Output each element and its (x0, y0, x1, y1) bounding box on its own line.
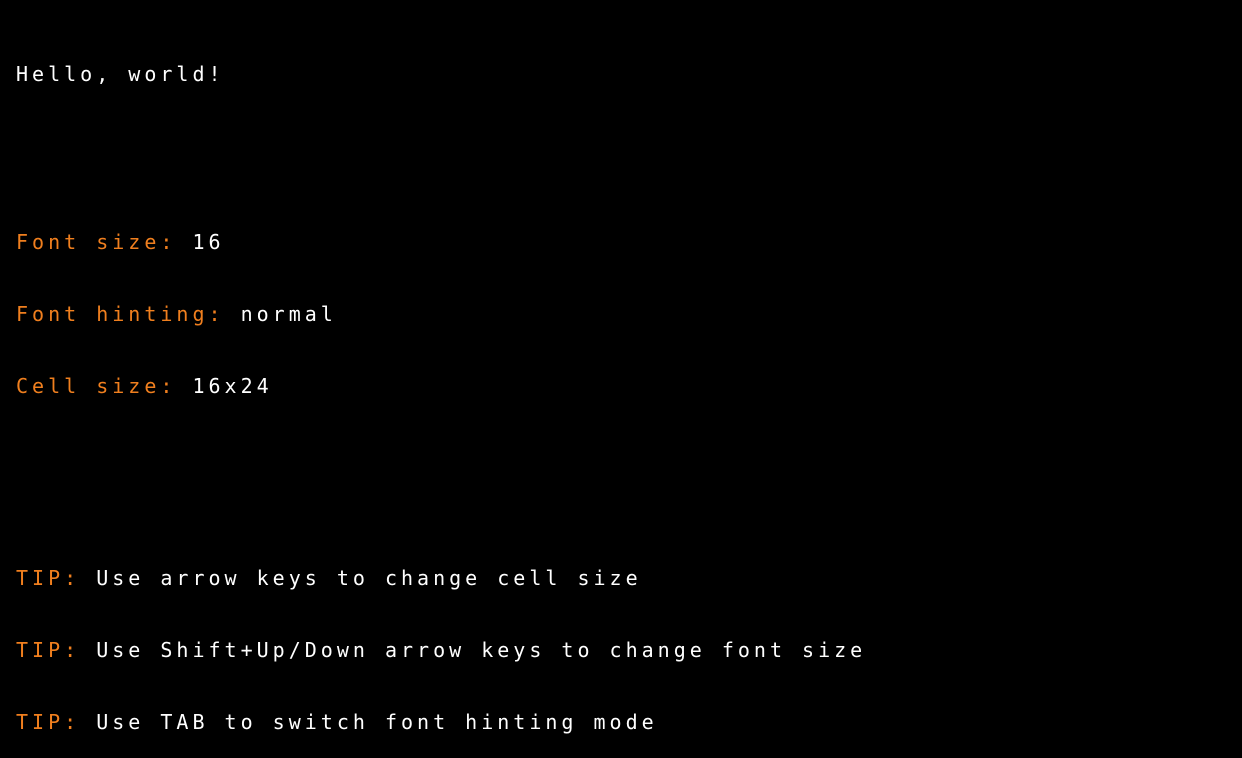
tip-text: Use TAB to switch font hinting mode (96, 710, 658, 734)
tip-label: TIP: (16, 566, 97, 590)
setting-font-hinting: Font hinting: normal (16, 302, 866, 326)
tip-text: Use Shift+Up/Down arrow keys to change f… (96, 638, 867, 662)
tip-line: TIP: Use Shift+Up/Down arrow keys to cha… (16, 638, 866, 662)
tip-line: TIP: Use TAB to switch font hinting mode (16, 710, 866, 734)
setting-label: Font hinting: (16, 302, 241, 326)
tip-text: Use arrow keys to change cell size (96, 566, 642, 590)
setting-value: 16x24 (192, 374, 273, 398)
greeting-text: Hello, world! (16, 62, 225, 86)
setting-value: 16 (192, 230, 225, 254)
setting-cell-size: Cell size: 16x24 (16, 374, 866, 398)
tip-label: TIP: (16, 710, 97, 734)
setting-label: Cell size: (16, 374, 193, 398)
terminal-window: Hello, world! Font size: 16 Font hinting… (16, 14, 866, 758)
tip-line: TIP: Use arrow keys to change cell size (16, 566, 866, 590)
setting-label: Font size: (16, 230, 193, 254)
tip-label: TIP: (16, 638, 97, 662)
setting-value: normal (240, 302, 337, 326)
setting-font-size: Font size: 16 (16, 230, 866, 254)
